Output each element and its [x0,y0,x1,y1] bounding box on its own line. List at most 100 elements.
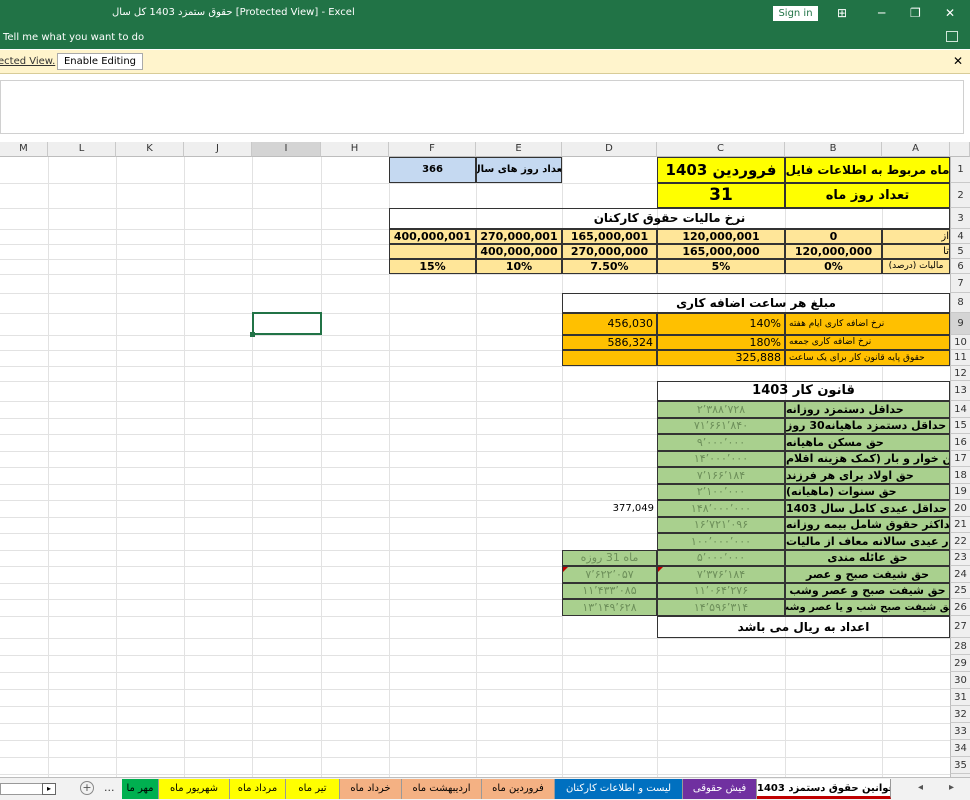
days-value[interactable]: 31 [657,183,785,208]
overtime-title[interactable]: مبلغ هر ساعت اضافه کاری [562,293,950,313]
overtime-amount[interactable] [562,350,657,366]
col-header-j[interactable]: J [184,142,252,157]
labor-law-title[interactable]: قانون کار 1403 [657,381,950,401]
row-header[interactable]: 17 [950,451,970,467]
col-header-c[interactable]: C [657,142,785,157]
sheet-tab-employees[interactable]: لیست و اطلاعات کارکنان [555,779,683,799]
row-header[interactable]: 34 [950,740,970,757]
labor-law-label[interactable]: حداقل دستمزد ماهیانه30 روز [785,418,950,434]
row-header[interactable]: 23 [950,550,970,566]
tax-to-cell[interactable]: 270,000,000 [562,244,657,259]
tax-rate-cell[interactable]: 7.50% [562,259,657,274]
scroll-tabs-left-icon[interactable]: ◂ [918,782,923,793]
tax-from-cell[interactable]: 120,000,001 [657,229,785,244]
col-header-k[interactable]: K [116,142,184,157]
row-header[interactable]: 12 [950,366,970,381]
sheet-tab-khordad[interactable]: خرداد ماه [340,779,402,799]
month-title[interactable]: فروردین 1403 [657,157,785,183]
tax-from-label[interactable]: از [882,229,950,244]
tax-rate-cell[interactable]: 15% [389,259,476,274]
labor-law-value[interactable]: ۱۴٬۵۹۶٬۳۱۴ [657,599,785,616]
labor-law-value[interactable]: ۱۴۸٬۰۰۰٬۰۰۰ [657,500,785,517]
overtime-amount[interactable]: 456,030 [562,313,657,335]
scroll-tabs-right-icon[interactable]: ▸ [949,782,954,793]
protected-view-link[interactable]: ected View. [0,56,55,67]
tax-to-cell[interactable]: 120,000,000 [785,244,882,259]
sheet-tab-shahrivar[interactable]: شهریور ماه [159,779,230,799]
labor-law-label[interactable]: حق شیفت صبح شب و یا عصر وشب [785,599,950,616]
col-header-i[interactable]: I [252,142,321,157]
scroll-right-icon[interactable]: ▸ [42,783,56,795]
sheet-tab-rules[interactable]: قوانین حقوق دستمزد 1403 [757,779,891,799]
row-header[interactable]: 22 [950,533,970,550]
labor-law-value[interactable]: ۹٬۰۰۰٬۰۰۰ [657,434,785,451]
row-header[interactable]: 8 [950,293,970,313]
overtime-label[interactable]: حقوق پایه قانون کار برای یک ساعت [785,350,950,366]
col-header-b[interactable]: B [785,142,882,157]
labor-law-value[interactable]: ۱۴٬۰۰۰٬۰۰۰ [657,451,785,467]
labor-law-extra[interactable]: ماه 31 روزه [562,550,657,566]
labor-law-label[interactable]: حق بن خوار و بار (کمک هزینه اقلام [785,451,950,467]
file-info-label[interactable]: ماه مربوط به اطلاعات فایل [785,157,950,183]
tax-rate-cell[interactable]: 10% [476,259,562,274]
tax-to-cell[interactable]: 400,000,000 [476,244,562,259]
labor-law-label[interactable]: حق سنوات (ماهیانه) [785,484,950,500]
labor-law-label[interactable]: حداکثر حقوق شامل بیمه روزانه [785,517,950,533]
select-all-corner[interactable] [950,142,970,157]
row-header[interactable]: 4 [950,229,970,244]
row-header[interactable]: 9 [950,313,970,335]
labor-law-label[interactable]: مقدار عیدی سالانه معاف از مالیات [785,533,950,550]
row-header[interactable]: 14 [950,401,970,418]
close-icon[interactable]: ✕ [945,5,955,21]
row-header[interactable]: 18 [950,467,970,484]
labor-law-value[interactable]: ۲٬۱۰۰٬۰۰۰ [657,484,785,500]
labor-law-value[interactable]: ۵٬۰۰۰٬۰۰۰ [657,550,785,566]
labor-law-value[interactable]: ۷٬۳۷۶٬۱۸۴ [657,566,785,583]
overtime-amount[interactable]: 586,324 [562,335,657,350]
row-header[interactable]: 33 [950,723,970,740]
labor-law-label[interactable]: حداقل عیدی کامل سال 1403 [785,500,950,517]
row-header[interactable]: 20 [950,500,970,517]
sheet-tab-payslip[interactable]: فیش حقوقی [683,779,757,799]
enable-editing-button[interactable]: Enable Editing [57,53,143,70]
row-header[interactable]: 1 [950,157,970,183]
more-sheets-button[interactable]: ... [104,781,115,794]
row-header[interactable]: 35 [950,757,970,774]
row-header[interactable]: 26 [950,599,970,616]
labor-law-value[interactable]: ۱۰۰٬۰۰۰٬۰۰۰ [657,533,785,550]
row-header[interactable]: 3 [950,208,970,229]
overtime-label[interactable]: نرخ اضافه کاری ایام هفته [785,313,950,335]
row-header[interactable]: 5 [950,244,970,259]
tax-from-cell[interactable]: 0 [785,229,882,244]
tax-from-cell[interactable]: 270,000,001 [476,229,562,244]
labor-law-extra[interactable]: ۱۱٬۴۳۳٬۰۸۵ [562,583,657,599]
sheet-tab-ordibehesht[interactable]: اردیبهشت ماه [402,779,482,799]
days-label[interactable]: تعداد روز ماه [785,183,950,208]
labor-law-label[interactable]: حق شیفت صبح و عصر [785,566,950,583]
labor-law-label[interactable]: حداقل دستمزد روزانه [785,401,950,418]
restore-icon[interactable]: ❐ [910,5,921,21]
overtime-pct[interactable]: 325,888 [657,350,785,366]
col-header-d[interactable]: D [562,142,657,157]
row-header[interactable]: 27 [950,616,970,638]
labor-law-label[interactable]: حق اولاد برای هر فرزند [785,467,950,484]
tax-to-cell[interactable]: 165,000,000 [657,244,785,259]
row-header[interactable]: 24 [950,566,970,583]
tell-me-input[interactable]: Tell me what you want to do [3,32,144,43]
labor-law-label[interactable]: حق مسکن ماهیانه [785,434,950,451]
tax-rate-cell[interactable]: 5% [657,259,785,274]
labor-law-value[interactable]: ۱۱٬۰۶۴٬۲۷۶ [657,583,785,599]
spreadsheet-grid[interactable]: M L K J I H F E D C B A 1 2 3 4 5 6 7 8 … [0,142,970,778]
year-days-value[interactable]: 366 [389,157,476,183]
row-header[interactable]: 11 [950,350,970,366]
col-header-h[interactable]: H [321,142,389,157]
currency-note[interactable]: اعداد به ریال می باشد [657,616,950,638]
tax-from-cell[interactable]: 400,000,001 [389,229,476,244]
row-header[interactable]: 16 [950,434,970,451]
tax-rate-label[interactable]: مالیات (درصد) [882,259,950,274]
col-header-f[interactable]: F [389,142,476,157]
col-header-e[interactable]: E [476,142,562,157]
row-header[interactable]: 10 [950,335,970,350]
row-header[interactable]: 21 [950,517,970,533]
year-days-label[interactable]: تعداد روز های سال [476,157,562,183]
